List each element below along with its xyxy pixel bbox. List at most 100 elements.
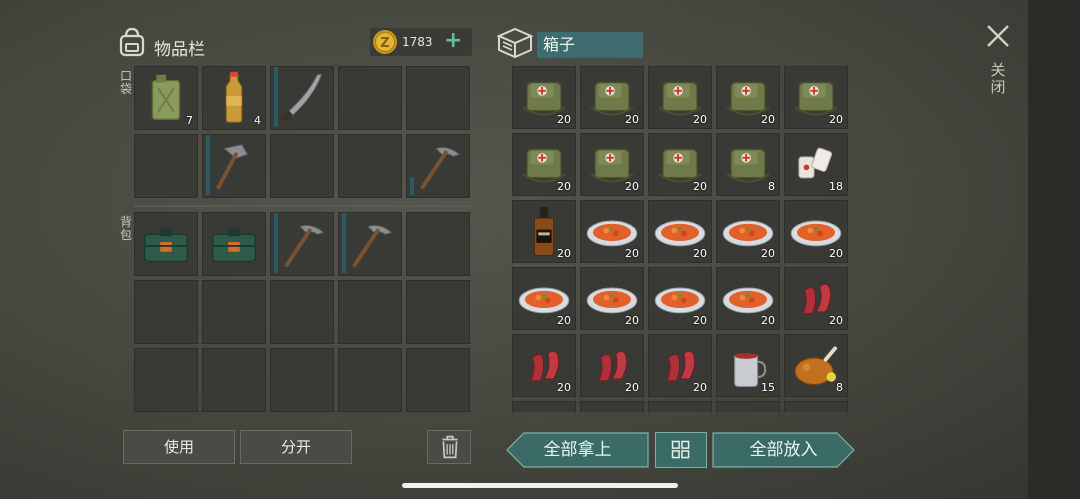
item-count: 20 <box>693 314 707 327</box>
take-all-button[interactable]: 全部拿上 <box>506 432 649 468</box>
close-icon[interactable] <box>984 22 1012 50</box>
home-indicator[interactable] <box>402 483 678 488</box>
inventory-slot[interactable] <box>338 212 402 276</box>
svg-text:Z: Z <box>380 36 389 51</box>
inventory-slot[interactable] <box>580 401 644 412</box>
inventory-slot[interactable] <box>406 280 470 344</box>
inventory-slot[interactable] <box>270 280 334 344</box>
inventory-slot[interactable]: 8 <box>716 133 780 196</box>
inventory-slot[interactable] <box>134 280 198 344</box>
inventory-slot[interactable]: 20 <box>580 200 644 263</box>
item-count: 20 <box>625 314 639 327</box>
backpack-label: 背包 <box>119 215 132 242</box>
inventory-slot[interactable]: 20 <box>512 334 576 397</box>
inventory-slot[interactable] <box>338 348 402 412</box>
inventory-slot[interactable] <box>406 66 470 130</box>
inventory-slot[interactable]: 20 <box>648 133 712 196</box>
inventory-slot[interactable] <box>202 134 266 198</box>
inventory-slot[interactable]: 20 <box>512 66 576 129</box>
inventory-slot[interactable] <box>716 401 780 412</box>
put-all-button[interactable]: 全部放入 <box>712 432 855 468</box>
inventory-slot[interactable] <box>406 134 470 198</box>
item-count: 18 <box>829 180 843 193</box>
inventory-slot[interactable]: 20 <box>648 66 712 129</box>
inventory-slot[interactable]: 8 <box>784 334 848 397</box>
inventory-slot[interactable] <box>202 348 266 412</box>
inventory-slot[interactable]: 7 <box>134 66 198 130</box>
inventory-slot[interactable] <box>338 134 402 198</box>
inventory-slot[interactable]: 20 <box>784 267 848 330</box>
inventory-slot[interactable]: 20 <box>512 267 576 330</box>
inventory-slot[interactable] <box>648 401 712 412</box>
pocket-grid: 74 <box>134 66 470 198</box>
inventory-slot[interactable]: 20 <box>648 267 712 330</box>
inventory-slot[interactable] <box>338 66 402 130</box>
inventory-slot[interactable] <box>406 348 470 412</box>
grid-icon <box>671 440 690 459</box>
section-divider <box>134 205 472 207</box>
inventory-slot[interactable]: 4 <box>202 66 266 130</box>
item-count: 20 <box>557 180 571 193</box>
right-edge-strip <box>1028 0 1080 499</box>
item-count: 20 <box>557 381 571 394</box>
inventory-slot[interactable] <box>270 348 334 412</box>
inventory-slot[interactable]: 20 <box>648 200 712 263</box>
inventory-slot[interactable]: 20 <box>784 200 848 263</box>
add-coins-button[interactable]: + <box>444 30 462 52</box>
trash-button[interactable] <box>427 430 471 464</box>
item-count: 20 <box>557 247 571 260</box>
item-count: 20 <box>557 314 571 327</box>
pocket-label: 口袋 <box>119 69 132 96</box>
inventory-slot[interactable] <box>134 348 198 412</box>
inventory-slot[interactable]: 20 <box>580 267 644 330</box>
inventory-slot[interactable] <box>202 280 266 344</box>
inventory-slot[interactable] <box>784 401 848 412</box>
inventory-slot[interactable] <box>270 66 334 130</box>
coin-balance: Z 1783 + <box>370 28 472 56</box>
use-button[interactable]: 使用 <box>123 430 235 464</box>
item-count: 20 <box>829 247 843 260</box>
inventory-slot[interactable] <box>512 401 576 412</box>
item-count: 20 <box>693 113 707 126</box>
inventory-slot[interactable] <box>202 212 266 276</box>
inventory-slot[interactable]: 20 <box>716 267 780 330</box>
sort-grid-button[interactable] <box>655 432 707 468</box>
trash-icon <box>442 435 458 459</box>
item-count: 20 <box>557 113 571 126</box>
backpack-grid <box>134 212 470 412</box>
item-count: 20 <box>625 180 639 193</box>
inventory-slot[interactable] <box>134 212 198 276</box>
backpack-icon <box>119 27 145 57</box>
inventory-title: 物品栏 <box>154 40 205 60</box>
inventory-slot[interactable]: 20 <box>580 66 644 129</box>
inventory-slot[interactable] <box>406 212 470 276</box>
military-case-icon <box>143 228 189 263</box>
inventory-slot[interactable]: 20 <box>580 133 644 196</box>
item-count: 20 <box>693 180 707 193</box>
inventory-slot[interactable]: 20 <box>580 334 644 397</box>
split-button[interactable]: 分开 <box>240 430 352 464</box>
item-count: 7 <box>186 114 193 127</box>
inventory-slot[interactable] <box>134 134 198 198</box>
inventory-header: 物品栏 Z 1783 + <box>116 24 472 64</box>
inventory-slot[interactable] <box>338 280 402 344</box>
inventory-slot[interactable]: 20 <box>512 200 576 263</box>
item-count: 20 <box>625 381 639 394</box>
close-label[interactable]: 关闭 <box>990 62 1006 96</box>
item-count: 20 <box>625 113 639 126</box>
inventory-slot[interactable]: 20 <box>716 200 780 263</box>
inventory-slot[interactable]: 20 <box>784 66 848 129</box>
inventory-slot[interactable] <box>270 134 334 198</box>
take-all-label: 全部拿上 <box>543 440 612 460</box>
pickaxe-icon <box>352 224 393 268</box>
inventory-slot[interactable]: 20 <box>648 334 712 397</box>
inventory-slot[interactable]: 15 <box>716 334 780 397</box>
inventory-slot[interactable]: 20 <box>512 133 576 196</box>
inventory-slot[interactable] <box>270 212 334 276</box>
machete-icon <box>280 74 323 123</box>
item-count: 20 <box>829 314 843 327</box>
inventory-slot[interactable]: 18 <box>784 133 848 196</box>
hammer-icon <box>216 144 249 190</box>
inventory-slot[interactable]: 20 <box>716 66 780 129</box>
pickaxe-icon <box>284 224 325 268</box>
